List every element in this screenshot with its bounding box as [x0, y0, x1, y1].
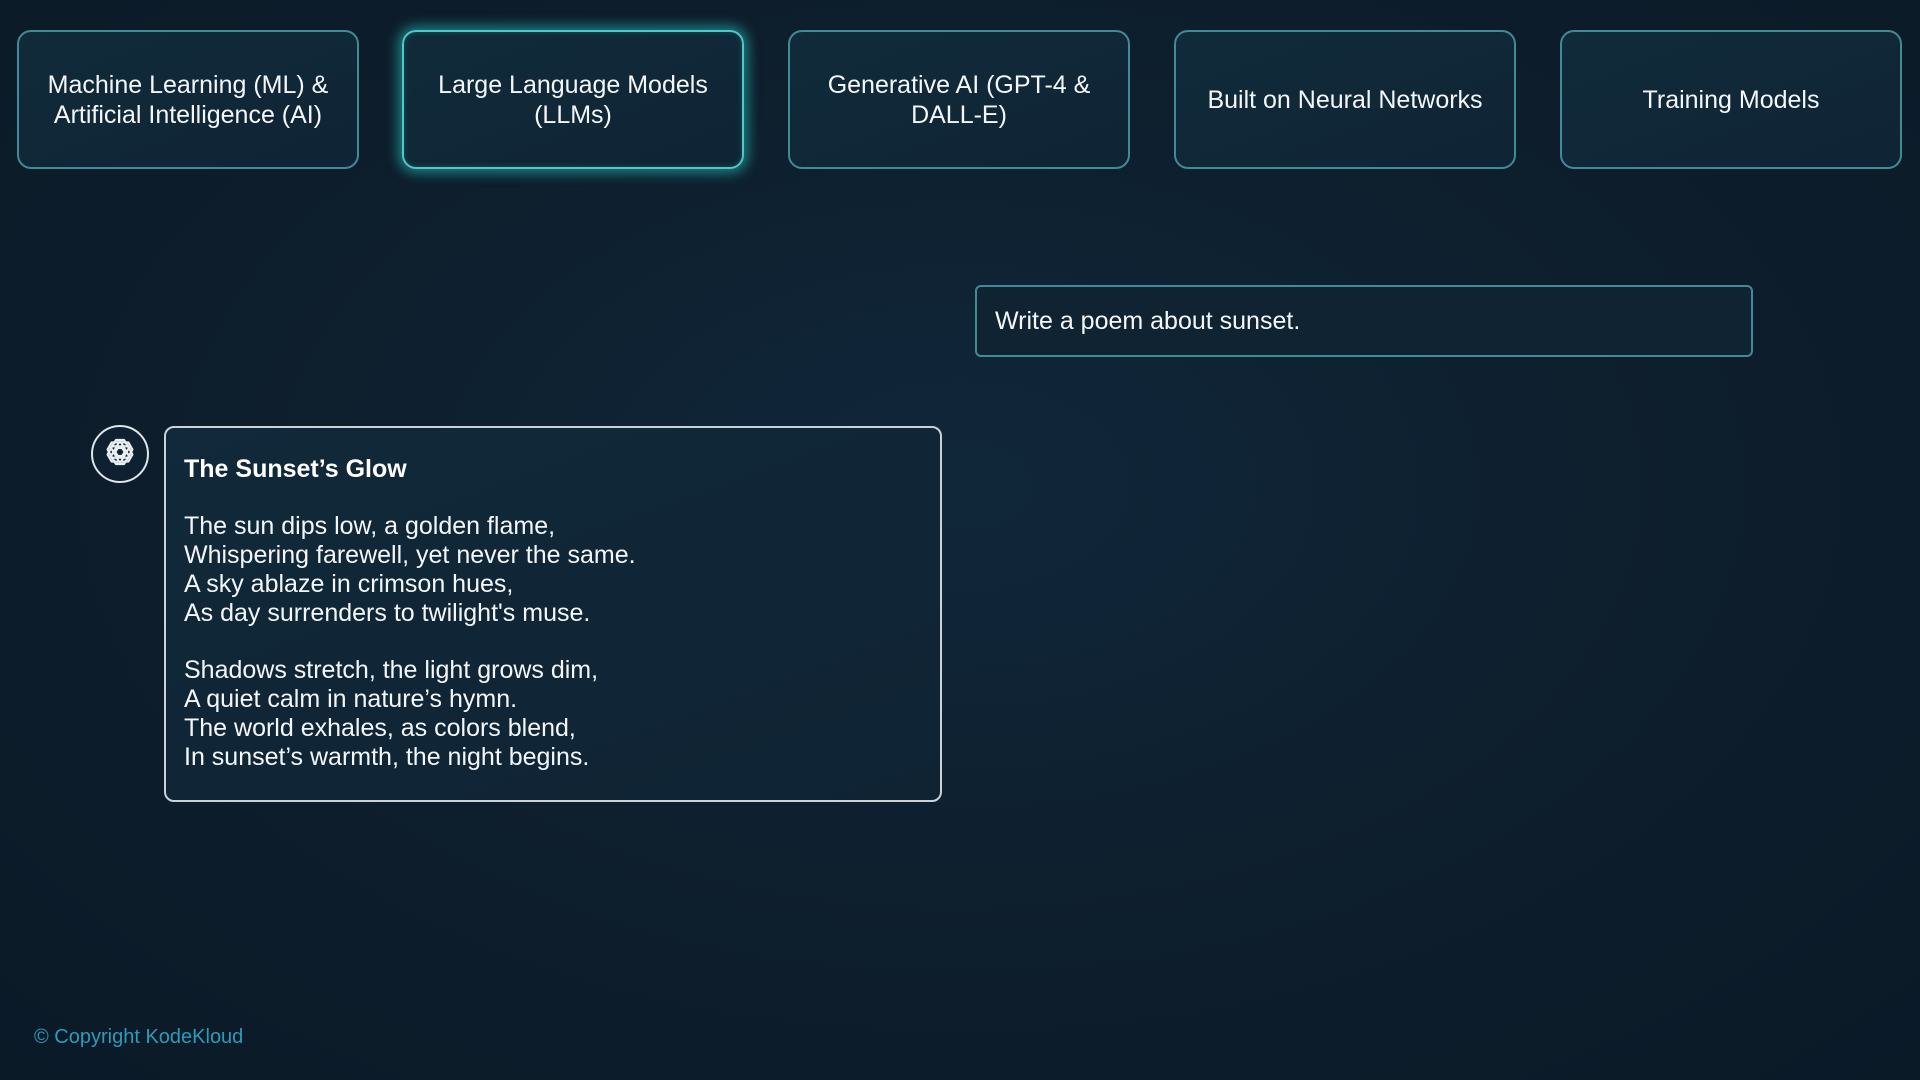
poem-title: The Sunset’s Glow — [184, 455, 407, 483]
tab-generative-ai[interactable]: Generative AI (GPT-4 & DALL-E) — [788, 30, 1130, 169]
tab-neural-networks[interactable]: Built on Neural Networks — [1174, 30, 1516, 169]
assistant-response-message: The Sunset’s Glow The sun dips low, a go… — [164, 426, 942, 802]
tab-training-models[interactable]: Training Models — [1560, 30, 1902, 169]
tab-label: Generative AI (GPT-4 & DALL-E) — [827, 70, 1091, 129]
poem-stanza: Shadows stretch, the light grows dim, A … — [184, 656, 922, 772]
openai-logo-icon — [98, 430, 142, 479]
tab-machine-learning[interactable]: Machine Learning (ML) & Artificial Intel… — [17, 30, 359, 169]
tab-large-language-models[interactable]: Large Language Models (LLMs) — [402, 30, 744, 169]
poem-line: Whispering farewell, yet never the same. — [184, 541, 636, 569]
poem-line: In sunset’s warmth, the night begins. — [184, 743, 590, 771]
tab-label: Built on Neural Networks — [1207, 85, 1483, 114]
tab-label: Training Models — [1642, 85, 1820, 114]
tab-label: Large Language Models (LLMs) — [438, 70, 708, 129]
poem-line: The world exhales, as colors blend, — [184, 714, 576, 742]
poem-line: The sun dips low, a golden flame, — [184, 512, 556, 540]
user-prompt-message: Write a poem about sunset. — [975, 285, 1753, 357]
tab-label: Machine Learning (ML) & Artificial Intel… — [47, 70, 329, 129]
poem-line: Shadows stretch, the light grows dim, — [184, 656, 599, 684]
poem-line: A sky ablaze in crimson hues, — [184, 570, 514, 598]
poem-line: A quiet calm in nature’s hymn. — [184, 685, 518, 713]
poem-stanza: The sun dips low, a golden flame, Whispe… — [184, 512, 922, 628]
poem-line: As day surrenders to twilight's muse. — [184, 599, 591, 627]
copyright-notice: © Copyright KodeKloud — [34, 1026, 244, 1048]
topic-tabs: Machine Learning (ML) & Artificial Intel… — [17, 30, 1903, 169]
prompt-text: Write a poem about sunset. — [995, 306, 1301, 335]
assistant-avatar — [91, 425, 149, 483]
